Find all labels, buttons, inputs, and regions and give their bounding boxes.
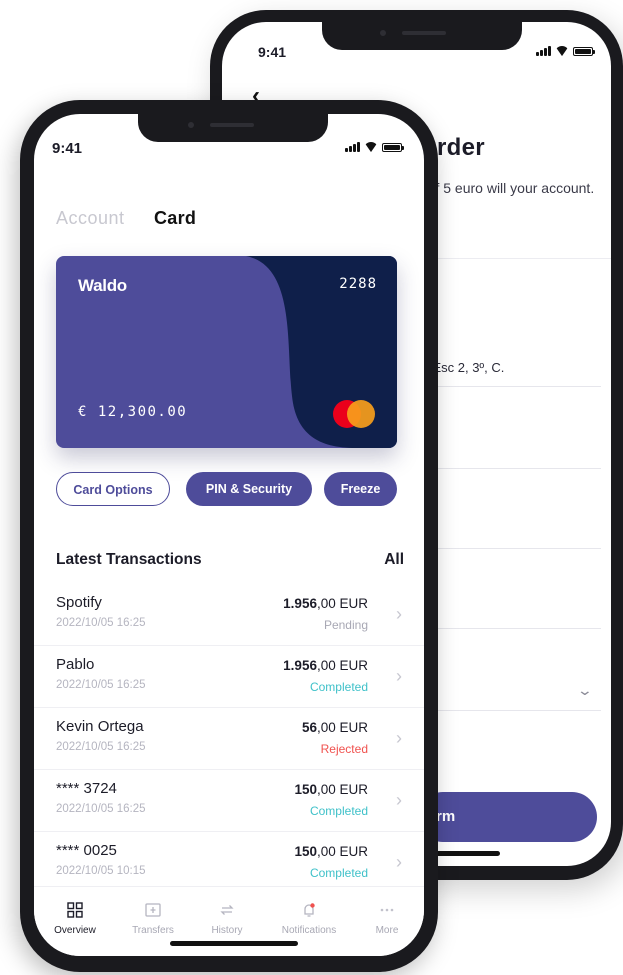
nav-history[interactable]: History: [192, 901, 262, 936]
transaction-date: 2022/10/05 10:15: [56, 865, 146, 877]
mastercard-logo: [333, 400, 377, 428]
field-underline: [418, 468, 601, 469]
chevron-right-icon: ›: [396, 728, 402, 748]
device-notch: [322, 22, 522, 50]
transaction-name: Kevin Ortega: [56, 718, 144, 735]
transaction-amount: 150,00 EUR: [294, 844, 368, 859]
chevron-right-icon: ›: [396, 790, 402, 810]
signal-icon: [345, 142, 360, 152]
history-icon: [220, 905, 234, 915]
status-badge: Pending: [323, 618, 368, 632]
nav-more[interactable]: More: [352, 901, 422, 936]
chevron-down-icon[interactable]: ⌄: [577, 682, 593, 699]
nav-overview[interactable]: Overview: [40, 901, 110, 936]
device-notch: [138, 114, 328, 142]
card-last4: 2288: [339, 276, 377, 292]
nav-label: More: [375, 925, 399, 936]
field-underline: [418, 548, 601, 549]
transaction-name: Pablo: [56, 656, 95, 673]
card-actions: Card Options PIN & Security Freeze: [56, 472, 397, 506]
status-badge: Completed: [309, 804, 368, 818]
field-underline: [418, 628, 601, 629]
nav-transfers[interactable]: Transfers: [118, 901, 188, 936]
transaction-name: **** 0025: [56, 842, 117, 859]
card-brand-logo: Waldo: [78, 276, 127, 295]
status-badge: Rejected: [320, 742, 368, 756]
transaction-row[interactable]: Spotify 2022/10/05 16:25 1.956,00 EUR Pe…: [34, 584, 424, 646]
transaction-row[interactable]: Kevin Ortega 2022/10/05 16:25 56,00 EUR …: [34, 708, 424, 770]
pin-security-button[interactable]: PIN & Security: [186, 472, 312, 506]
nav-label: History: [211, 925, 243, 936]
field-underline: [418, 386, 601, 387]
transaction-date: 2022/10/05 16:25: [56, 679, 146, 691]
nav-label: Notifications: [281, 925, 337, 936]
order-description: e of 5 euro will your account.: [416, 180, 595, 196]
bank-card[interactable]: Waldo 2288 € 12,300.00: [56, 256, 397, 448]
status-badge: Completed: [309, 866, 368, 880]
field-underline: [418, 710, 601, 711]
transaction-row[interactable]: **** 3724 2022/10/05 16:25 150,00 EUR Co…: [34, 770, 424, 832]
transaction-amount: 56,00 EUR: [301, 720, 368, 735]
more-dots-icon: [380, 908, 394, 912]
view-all-link[interactable]: All: [384, 551, 404, 569]
home-indicator: [170, 941, 298, 946]
card-screen: 9:41 Account Card Waldo 2288 € 12,300.00…: [34, 114, 424, 956]
transaction-date: 2022/10/05 16:25: [56, 741, 146, 753]
card-options-button[interactable]: Card Options: [56, 472, 170, 506]
battery-icon: [382, 143, 404, 152]
transaction-name: **** 3724: [56, 780, 117, 797]
status-icons: [345, 142, 404, 152]
nav-label: Transfers: [132, 925, 174, 936]
wifi-icon: [364, 142, 378, 152]
tab-account[interactable]: Account: [56, 208, 125, 229]
status-time: 9:41: [258, 44, 287, 60]
card-balance: € 12,300.00: [78, 404, 188, 420]
nav-notifications[interactable]: Notifications: [274, 901, 344, 936]
freeze-button[interactable]: Freeze: [324, 472, 397, 506]
transaction-date: 2022/10/05 16:25: [56, 803, 146, 815]
tab-card[interactable]: Card: [154, 208, 196, 229]
status-icons: [536, 46, 595, 56]
transaction-amount: 1.956,00 EUR: [283, 596, 368, 611]
confirm-button[interactable]: rm: [418, 792, 597, 842]
transaction-row[interactable]: **** 0025 2022/10/05 10:15 150,00 EUR Co…: [34, 832, 424, 894]
status-badge: Completed: [309, 680, 368, 694]
transaction-amount: 150,00 EUR: [294, 782, 368, 797]
transaction-amount: 1.956,00 EUR: [283, 658, 368, 673]
bell-icon: [304, 903, 315, 917]
chevron-right-icon: ›: [396, 852, 402, 872]
chevron-right-icon: ›: [396, 604, 402, 624]
transaction-name: Spotify: [56, 594, 102, 611]
grid-icon: [67, 902, 83, 918]
section-title: Latest Transactions: [56, 551, 202, 568]
signal-icon: [536, 46, 551, 56]
battery-icon: [573, 47, 595, 56]
transaction-date: 2022/10/05 16:25: [56, 617, 146, 629]
front-phone: 9:41 Account Card Waldo 2288 € 12,300.00…: [20, 100, 438, 972]
wifi-icon: [555, 46, 569, 56]
transaction-row[interactable]: Pablo 2022/10/05 16:25 1.956,00 EUR Comp…: [34, 646, 424, 708]
status-time: 9:41: [52, 140, 83, 157]
nav-label: Overview: [54, 925, 96, 936]
transfer-icon: [145, 903, 161, 917]
chevron-right-icon: ›: [396, 666, 402, 686]
